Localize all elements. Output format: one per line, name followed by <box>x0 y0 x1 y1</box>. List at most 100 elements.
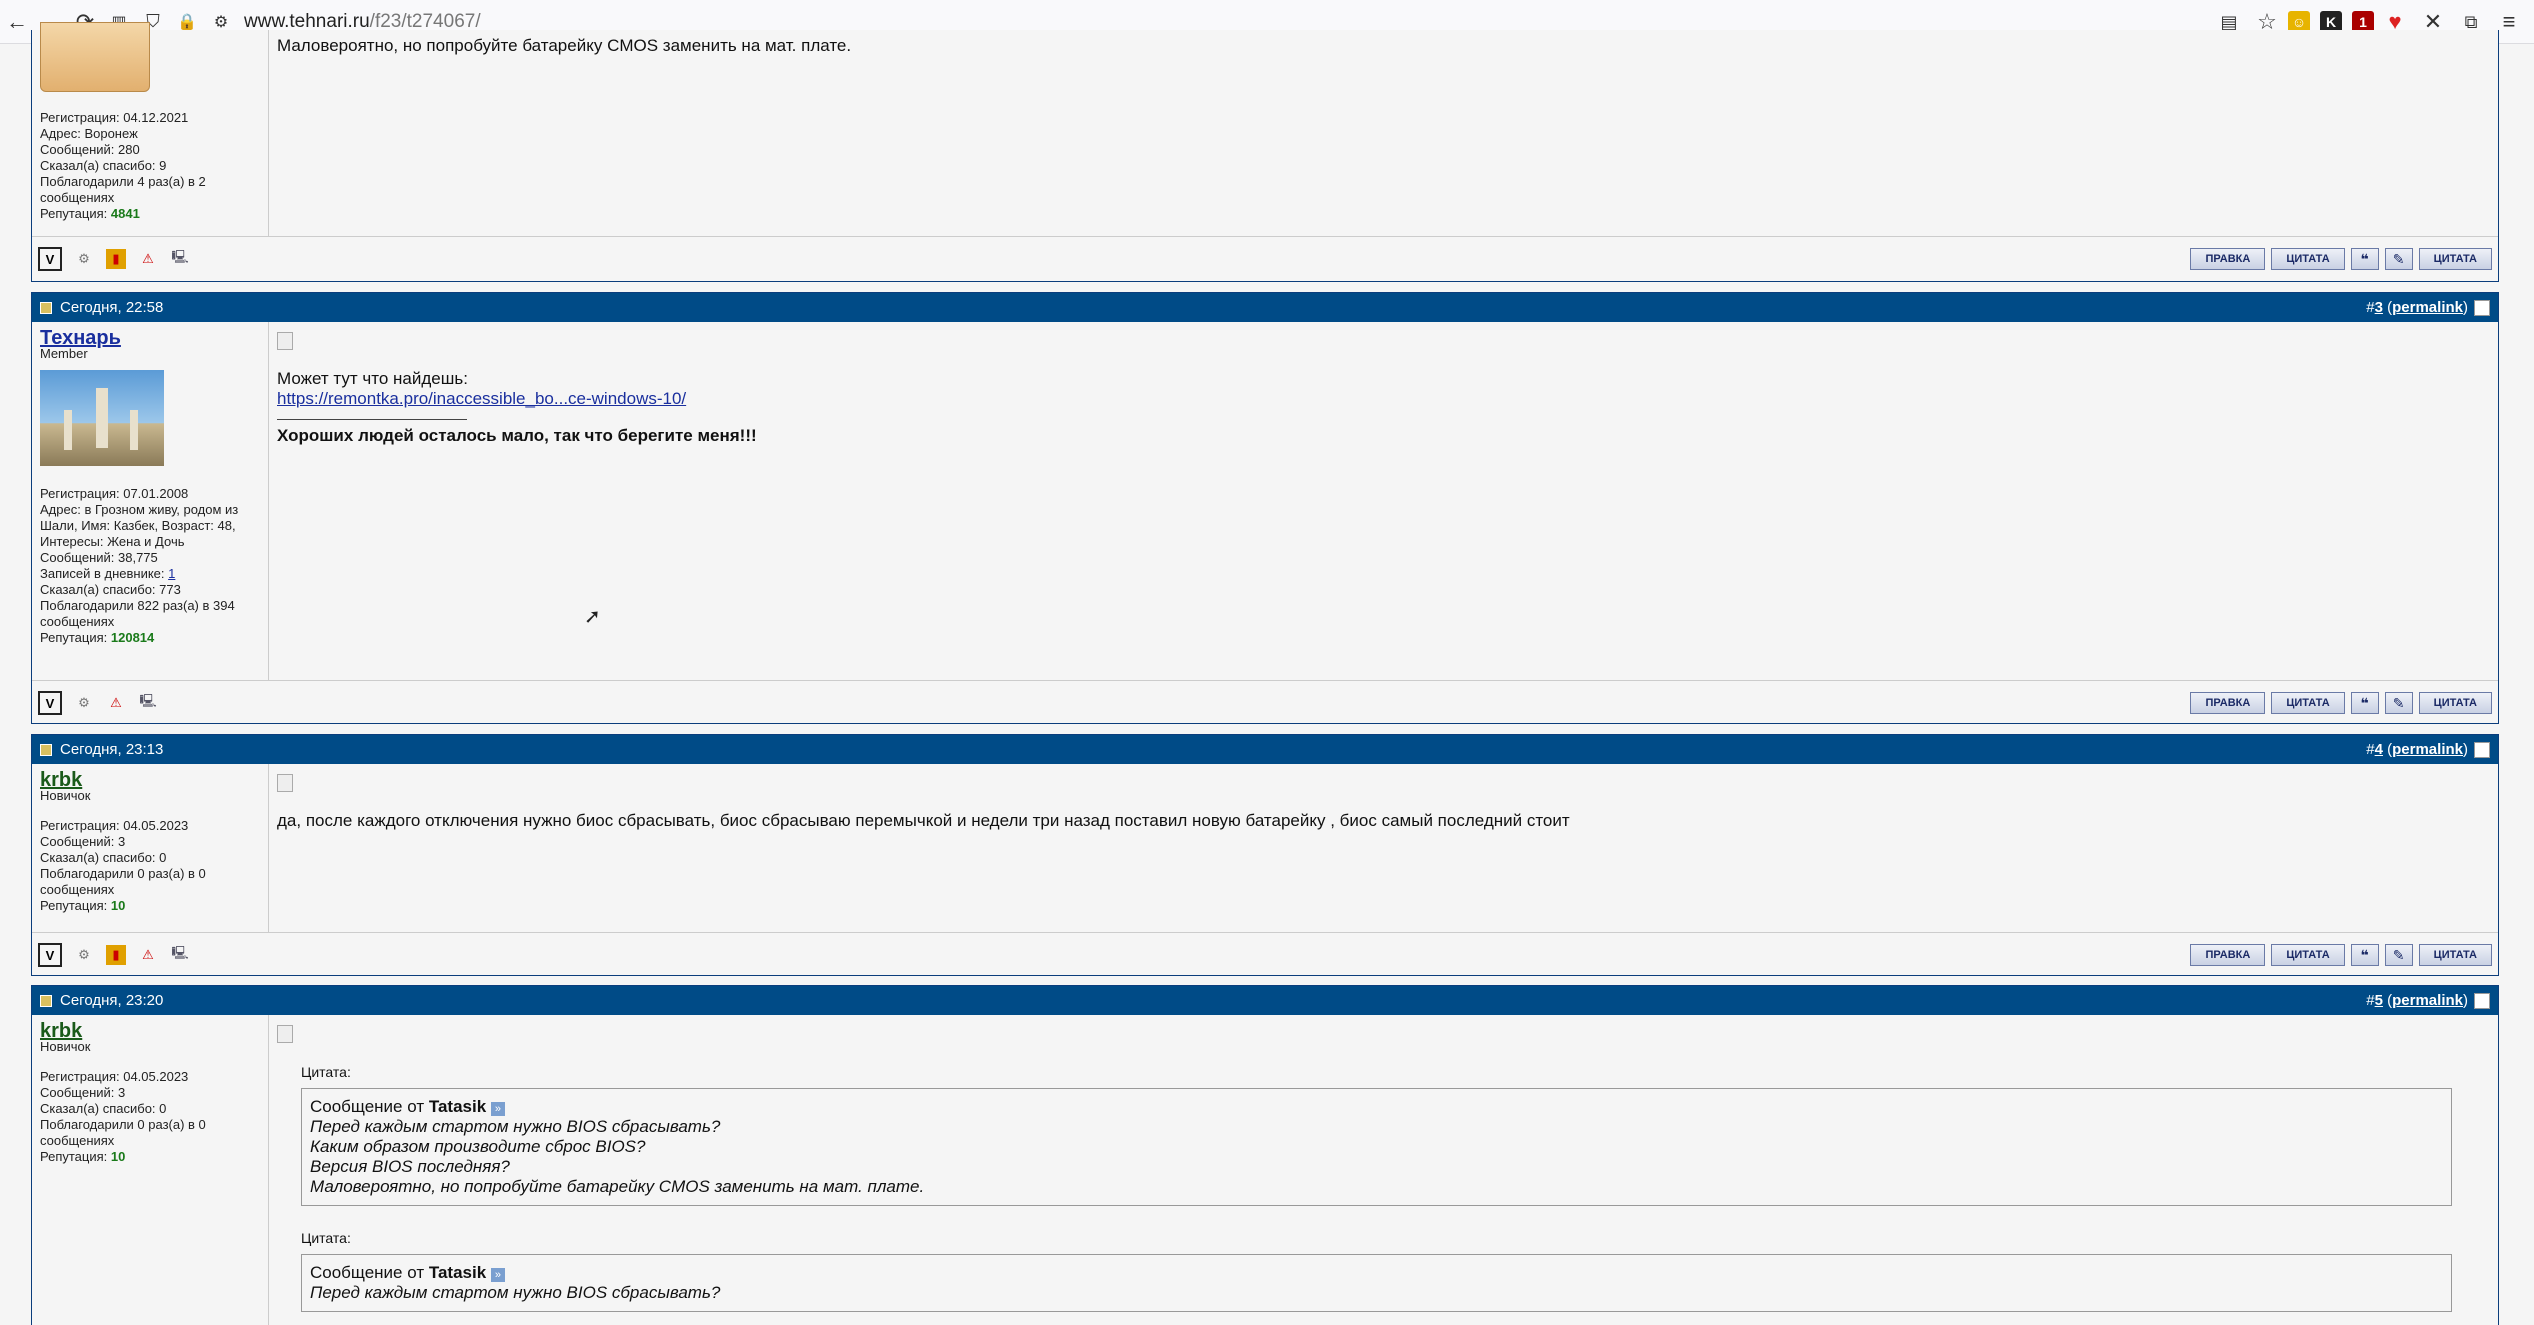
post-number-link[interactable]: 5 <box>2375 992 2383 1009</box>
vote-icon[interactable]: V <box>38 943 62 967</box>
post-content: Маловероятно, но попробуйте батарейку CM… <box>269 30 2498 236</box>
post-content: Цитата: Сообщение от Tatasik » Перед каж… <box>269 1015 2498 1325</box>
diary-link[interactable]: 1 <box>168 566 175 581</box>
quote-button[interactable]: ЦИТАТА <box>2271 692 2345 714</box>
quick-edit-icon[interactable]: ✎ <box>2384 944 2413 966</box>
quote-line: Маловероятно, но попробуйте батарейку CM… <box>310 1177 925 1196</box>
user-info-line: Адрес: в Грозном живу, родом из Шали, Им… <box>40 502 239 549</box>
select-checkbox[interactable] <box>2474 992 2490 1009</box>
user-info-line: Сказал(а) спасибо: 0 <box>40 850 167 865</box>
post-header: Сегодня, 22:58 #3 (permalink) <box>32 293 2498 322</box>
reputation: Репутация: 10 <box>40 898 126 913</box>
post-1: Регистрация: 04.12.2021 Адрес: Воронеж С… <box>31 22 2499 282</box>
post-content: Может тут что найдешь: https://remontka.… <box>269 322 2498 680</box>
post-date: Сегодня, 22:58 <box>60 299 164 316</box>
post-number: #3 (permalink) <box>2366 299 2468 316</box>
user-info-panel: krbk Новичок Регистрация: 04.05.2023 Соо… <box>32 764 269 932</box>
reputation: Репутация: 4841 <box>40 206 140 221</box>
select-checkbox[interactable] <box>2474 741 2490 758</box>
user-info-line: Сообщений: 3 <box>40 834 126 849</box>
post-3: Сегодня, 22:58 #3 (permalink) Технарь Me… <box>31 292 2499 724</box>
report-icon[interactable]: ⚠ <box>106 693 126 713</box>
user-title: Новичок <box>40 1039 91 1054</box>
post-status-icon <box>40 743 52 756</box>
vote-icon[interactable]: V <box>38 247 62 271</box>
user-info-line: Регистрация: 04.05.2023 <box>40 1069 189 1084</box>
quote-block: Сообщение от Tatasik » Перед каждым стар… <box>301 1088 2452 1206</box>
post-content: да, после каждого отключения нужно биос … <box>269 764 2498 932</box>
post-link[interactable]: https://remontka.pro/inaccessible_bo...c… <box>277 389 686 408</box>
computer-icon[interactable]: 🖳 <box>170 945 190 965</box>
quote-label: Цитата: <box>301 1230 351 1246</box>
post-number-link[interactable]: 4 <box>2375 741 2383 758</box>
user-info-line: Сообщений: 280 <box>40 142 140 157</box>
quote-author: Tatasik <box>428 1097 487 1116</box>
quick-edit-icon[interactable]: ✎ <box>2384 692 2413 714</box>
user-info-line: Поблагодарили 4 раз(а) в 2 сообщениях <box>40 174 206 205</box>
warning-card-icon[interactable]: ▮ <box>106 945 126 965</box>
quote-author: Tatasik <box>428 1263 487 1282</box>
quick-edit-icon[interactable]: ✎ <box>2384 248 2413 270</box>
post-footer: V ⚙ ⚠ 🖳 ПРАВКА ЦИТАТА ❝ ✎ ЦИТАТА <box>32 680 2498 725</box>
quick-quote-icon[interactable]: ❝ <box>2350 944 2379 966</box>
report-icon[interactable]: ⚠ <box>138 249 158 269</box>
username[interactable]: krbk <box>40 1021 262 1041</box>
post-footer: V ⚙ ▮ ⚠ 🖳 ПРАВКА ЦИТАТА ❝ ✎ ЦИТАТА <box>32 932 2498 977</box>
settings-icon[interactable]: ⚙ <box>74 249 94 269</box>
edit-button[interactable]: ПРАВКА <box>2190 248 2266 270</box>
settings-icon[interactable]: ⚙ <box>74 693 94 713</box>
view-post-icon[interactable]: » <box>490 1268 505 1282</box>
quote-label: Цитата: <box>301 1064 351 1080</box>
post-5: Сегодня, 23:20 #5 (permalink) krbk Нович… <box>31 985 2499 1325</box>
edit-button[interactable]: ПРАВКА <box>2190 944 2266 966</box>
view-post-icon[interactable]: » <box>490 1102 505 1116</box>
user-info-line: Сказал(а) спасибо: 0 <box>40 1101 167 1116</box>
post-number-link[interactable]: 3 <box>2375 299 2383 316</box>
post-footer: V ⚙ ▮ ⚠ 🖳 ПРАВКА ЦИТАТА ❝ ✎ ЦИТАТА <box>32 236 2498 281</box>
warning-card-icon[interactable]: ▮ <box>106 249 126 269</box>
permalink[interactable]: permalink <box>2392 741 2463 758</box>
select-checkbox[interactable] <box>2474 299 2490 316</box>
quick-quote-icon[interactable]: ❝ <box>2350 248 2379 270</box>
quote-button[interactable]: ЦИТАТА <box>2271 248 2345 270</box>
username[interactable]: krbk <box>40 770 262 790</box>
user-info-line: Поблагодарили 0 раз(а) в 0 сообщениях <box>40 866 206 897</box>
user-info-line: Регистрация: 04.12.2021 <box>40 110 189 125</box>
user-info-line: Поблагодарили 822 раз(а) в 394 сообщения… <box>40 598 235 629</box>
quick-quote-icon[interactable]: ❝ <box>2350 692 2379 714</box>
settings-icon[interactable]: ⚙ <box>74 945 94 965</box>
quote-header: Сообщение от Tatasik » <box>310 1263 2443 1283</box>
post-number: #5 (permalink) <box>2366 992 2468 1009</box>
multiquote-button[interactable]: ЦИТАТА <box>2418 248 2492 270</box>
user-info-line: Сказал(а) спасибо: 773 <box>40 582 181 597</box>
user-info-line: Сообщений: 38,775 <box>40 550 158 565</box>
report-icon[interactable]: ⚠ <box>138 945 158 965</box>
vote-icon[interactable]: V <box>38 691 62 715</box>
post-header: Сегодня, 23:20 #5 (permalink) <box>32 986 2498 1015</box>
post-text: да, после каждого отключения нужно биос … <box>277 811 1570 830</box>
post-status-icon <box>40 994 52 1007</box>
url-host: www.tehnari.ru <box>244 10 370 32</box>
quote-button[interactable]: ЦИТАТА <box>2271 944 2345 966</box>
avatar <box>40 22 150 92</box>
quote-header: Сообщение от Tatasik » <box>310 1097 2443 1117</box>
quote-block: Сообщение от Tatasik » Перед каждым стар… <box>301 1254 2452 1312</box>
multiquote-button[interactable]: ЦИТАТА <box>2418 944 2492 966</box>
computer-icon[interactable]: 🖳 <box>138 693 158 713</box>
computer-icon[interactable]: 🖳 <box>170 249 190 269</box>
post-buttons: ПРАВКА ЦИТАТА ❝ ✎ ЦИТАТА <box>2190 692 2492 714</box>
quote-line: Перед каждым стартом нужно BIOS сбрасыва… <box>310 1117 721 1136</box>
back-icon[interactable]: ← <box>0 5 34 39</box>
user-info-panel: krbk Новичок Регистрация: 04.05.2023 Соо… <box>32 1015 269 1325</box>
post-buttons: ПРАВКА ЦИТАТА ❝ ✎ ЦИТАТА <box>2190 248 2492 270</box>
edit-button[interactable]: ПРАВКА <box>2190 692 2266 714</box>
post-icon <box>277 332 293 350</box>
user-info-line: Регистрация: 07.01.2008 <box>40 486 189 501</box>
post-icon <box>277 774 293 792</box>
permalink[interactable]: permalink <box>2392 299 2463 316</box>
permalink[interactable]: permalink <box>2392 992 2463 1009</box>
username[interactable]: Технарь <box>40 328 262 348</box>
multiquote-button[interactable]: ЦИТАТА <box>2418 692 2492 714</box>
post-date: Сегодня, 23:20 <box>60 992 164 1009</box>
post-number: #4 (permalink) <box>2366 741 2468 758</box>
